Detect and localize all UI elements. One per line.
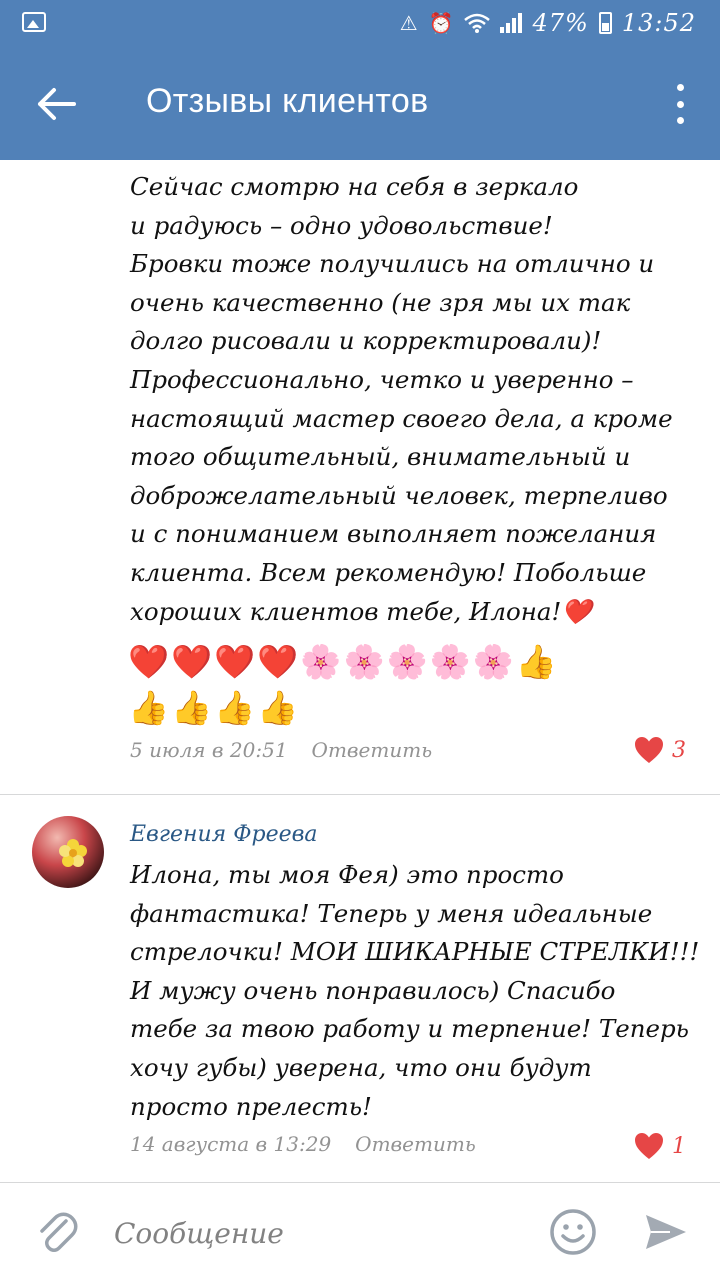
heart-icon: [635, 1133, 663, 1159]
arrow-left-icon: [38, 88, 76, 120]
like-count: 1: [672, 1133, 686, 1159]
send-icon: [646, 1215, 686, 1249]
comment-meta: 14 августа в 13:29 Ответить: [130, 1132, 476, 1162]
back-button[interactable]: [26, 74, 86, 134]
comment-author[interactable]: Евгения Фреева: [130, 822, 318, 847]
comment-emoji-line: ❤️❤️❤️❤️🌸🌸🌸🌸🌸👍: [128, 642, 559, 681]
send-button[interactable]: [640, 1207, 690, 1257]
heart-icon: [635, 737, 663, 763]
battery-icon: [598, 12, 612, 34]
more-dot: [676, 100, 684, 108]
more-dot: [676, 117, 684, 124]
like-button[interactable]: 3: [634, 736, 686, 764]
battery-percent: 47%: [532, 9, 589, 37]
comment-emoji-line: 👍👍👍👍: [128, 688, 301, 727]
message-composer: [0, 1182, 720, 1280]
comment-text: Илона, ты моя Фея) это просто фантастика…: [130, 860, 700, 1121]
comment-date: 5 июля в 20:51: [130, 738, 288, 762]
more-options-button[interactable]: [670, 84, 690, 124]
status-bar: ⚠ ⏰ 47% 13:52: [0, 0, 720, 48]
avatar[interactable]: [32, 816, 104, 888]
page-title: Отзывы клиентов: [146, 82, 429, 120]
toolbar: Отзывы клиентов: [0, 48, 720, 160]
gallery-notification-icon: [22, 12, 46, 32]
reply-button[interactable]: Ответить: [355, 1132, 476, 1162]
alarm-icon: ⏰: [428, 11, 455, 35]
smiley-icon: [550, 1209, 596, 1255]
comment-meta: 5 июля в 20:51 Ответить: [130, 738, 432, 768]
comment-date: 14 августа в 13:29: [130, 1132, 332, 1156]
like-button[interactable]: 1: [634, 1132, 686, 1160]
message-input[interactable]: [114, 1211, 514, 1255]
vpn-icon: ⚠: [399, 11, 419, 35]
like-count: 3: [672, 737, 686, 763]
more-dot: [676, 84, 684, 91]
comment-divider: [0, 794, 720, 795]
flower-image: [59, 839, 87, 867]
app-header: ⚠ ⏰ 47% 13:52 Отзывы клиентов: [0, 0, 720, 160]
clock: 13:52: [621, 9, 696, 37]
paperclip-icon: [40, 1212, 78, 1252]
wifi-icon: [464, 13, 491, 33]
emoji-button[interactable]: [548, 1207, 598, 1257]
status-icons: ⚠ ⏰ 47% 13:52: [400, 8, 696, 38]
comment-text: Сейчас смотрю на себя в зеркало и радуюс…: [130, 172, 673, 626]
signal-icon: [500, 13, 523, 33]
attach-button[interactable]: [32, 1207, 82, 1257]
reply-button[interactable]: Ответить: [312, 738, 433, 768]
